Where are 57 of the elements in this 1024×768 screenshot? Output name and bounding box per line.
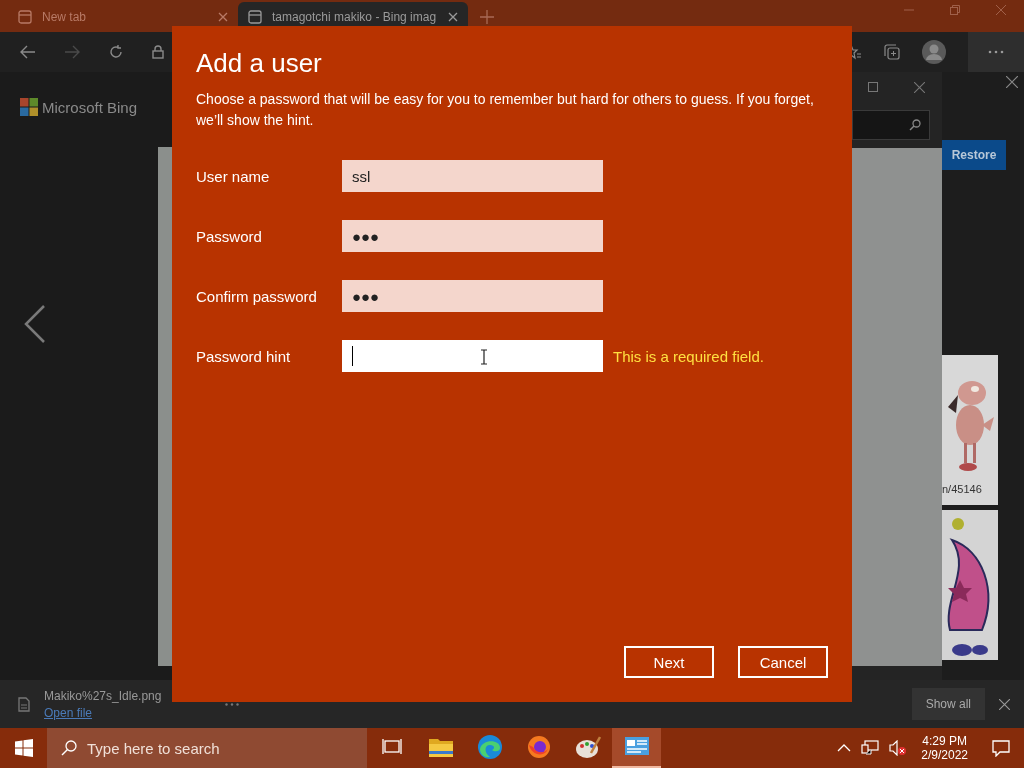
cancel-button[interactable]: Cancel xyxy=(738,646,828,678)
input-field[interactable] xyxy=(342,340,603,372)
input-field[interactable]: ssl xyxy=(342,160,603,192)
input-field[interactable]: ●●● xyxy=(342,220,603,252)
logo-text: Microsoft Bing xyxy=(42,98,138,116)
tab-title: New tab xyxy=(42,10,88,24)
open-file-link[interactable]: Open file xyxy=(44,705,162,720)
page-icon xyxy=(18,10,32,24)
clock-time: 4:29 PM xyxy=(922,734,967,748)
image-caption: n/45146 xyxy=(942,483,983,495)
more-icon[interactable] xyxy=(988,50,1004,54)
tab-title: tamagotchi makiko - Bing imag xyxy=(272,10,438,24)
restore-button[interactable]: Restore xyxy=(942,140,1006,170)
dialog-description: Choose a password that will be easy for you to remember but hard for others to guess. If you forget, we’ll show the hint. xyxy=(196,90,815,130)
field-label: Password xyxy=(196,227,263,245)
logo-icon xyxy=(20,98,38,116)
volume-muted-icon[interactable] xyxy=(889,740,908,756)
task-view-icon xyxy=(381,738,402,756)
file-icon xyxy=(18,696,30,712)
previous-icon[interactable] xyxy=(24,304,46,344)
clock-date: 2/9/2022 xyxy=(921,748,968,762)
back-icon[interactable] xyxy=(20,44,36,60)
page-icon xyxy=(248,10,262,24)
control-panel-icon xyxy=(624,737,649,757)
next-button[interactable]: Next xyxy=(624,646,714,678)
close-icon[interactable] xyxy=(448,12,458,22)
firefox-icon xyxy=(526,735,551,759)
more-icon[interactable] xyxy=(225,702,240,706)
avatar-icon[interactable] xyxy=(922,40,946,64)
close-icon[interactable] xyxy=(999,698,1010,710)
field-label: User name xyxy=(196,167,271,185)
refresh-icon[interactable] xyxy=(108,44,124,60)
text-cursor-icon xyxy=(480,349,488,365)
collections-icon[interactable] xyxy=(884,44,900,60)
notification-icon[interactable] xyxy=(992,739,1010,757)
chevron-up-icon[interactable] xyxy=(837,744,852,752)
show-all-button[interactable]: Show all xyxy=(911,688,985,720)
search-field[interactable]: Type here to search xyxy=(47,728,367,768)
taskbar-app[interactable] xyxy=(612,728,661,768)
close-icon[interactable] xyxy=(914,81,925,93)
close-icon[interactable] xyxy=(1006,76,1018,88)
file-name: Makiko%27s_Idle.png xyxy=(44,688,162,703)
field-label: Password hint xyxy=(196,347,292,365)
search-icon xyxy=(909,119,921,131)
input-field[interactable]: ●●● xyxy=(342,280,603,312)
close-icon[interactable] xyxy=(218,12,228,22)
edge-icon xyxy=(477,735,502,759)
search-field[interactable] xyxy=(852,110,930,140)
network-icon[interactable] xyxy=(861,740,880,756)
maximize-icon[interactable] xyxy=(868,82,878,92)
windows-icon[interactable] xyxy=(15,739,33,757)
dialog-title: Add a user xyxy=(196,48,323,79)
lock-icon xyxy=(152,45,164,59)
folder-icon xyxy=(428,737,453,757)
field-label: Confirm password xyxy=(196,287,318,305)
paint-palette-icon xyxy=(574,735,601,759)
error-message: This is a required field. xyxy=(613,347,764,365)
